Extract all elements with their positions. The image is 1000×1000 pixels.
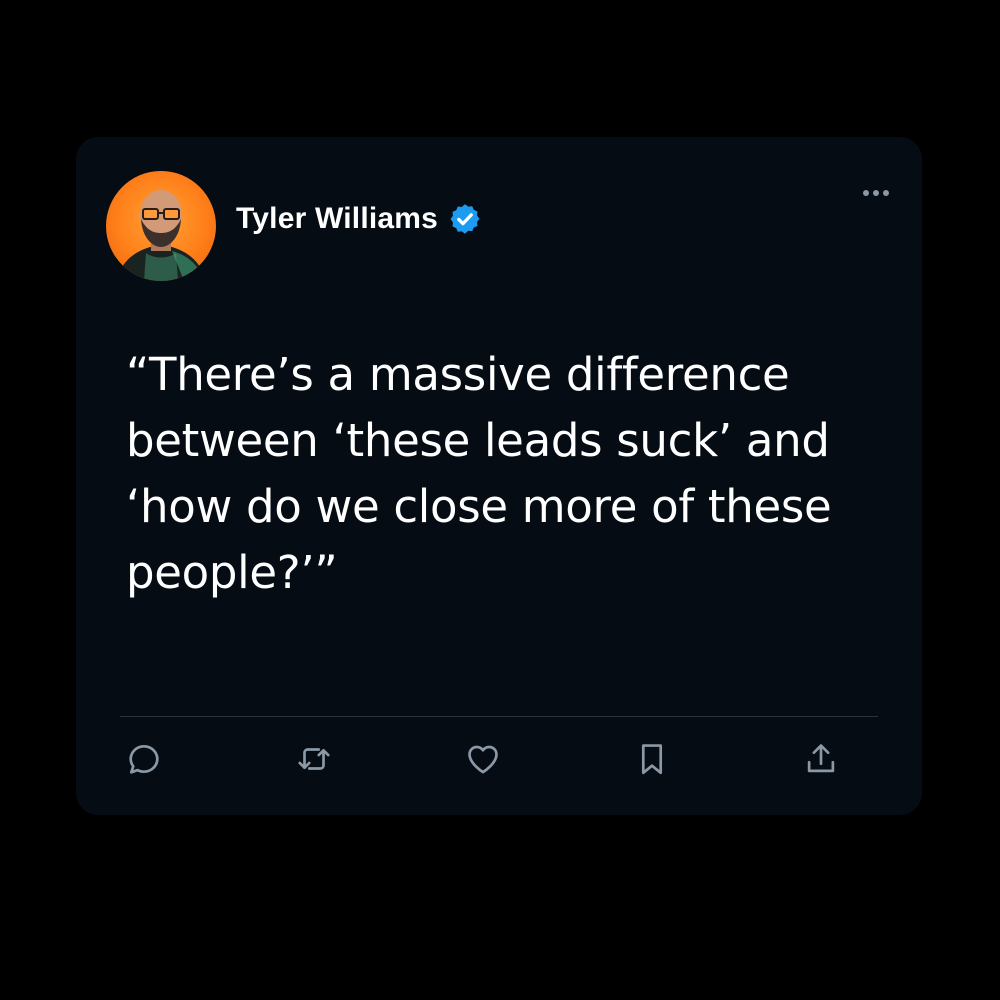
share-icon: [807, 744, 835, 773]
divider: [120, 716, 878, 717]
more-horizontal-icon: [883, 190, 889, 196]
avatar-portrait: [116, 190, 206, 281]
retweet-icon: [298, 748, 330, 770]
bookmark-button[interactable]: [626, 733, 678, 785]
author-name[interactable]: Tyler Williams: [236, 202, 438, 236]
author-header: Tyler Williams: [236, 199, 482, 239]
share-button[interactable]: [795, 733, 847, 785]
more-horizontal-icon: [863, 190, 869, 196]
reply-button[interactable]: [118, 733, 170, 785]
more-horizontal-icon: [873, 190, 879, 196]
like-button[interactable]: [457, 733, 509, 785]
heart-icon: [468, 745, 498, 774]
retweet-button[interactable]: [288, 733, 340, 785]
action-bar: [120, 733, 878, 785]
post-card[interactable]: Tyler Williams “There’s a massive differ…: [76, 137, 922, 815]
verified-badge-icon: [450, 204, 480, 234]
bookmark-icon: [641, 744, 663, 775]
more-options-button[interactable]: [856, 183, 896, 203]
avatar[interactable]: [106, 171, 216, 281]
reply-icon: [129, 744, 159, 774]
post-text: “There’s a massive difference between ‘t…: [126, 348, 832, 599]
